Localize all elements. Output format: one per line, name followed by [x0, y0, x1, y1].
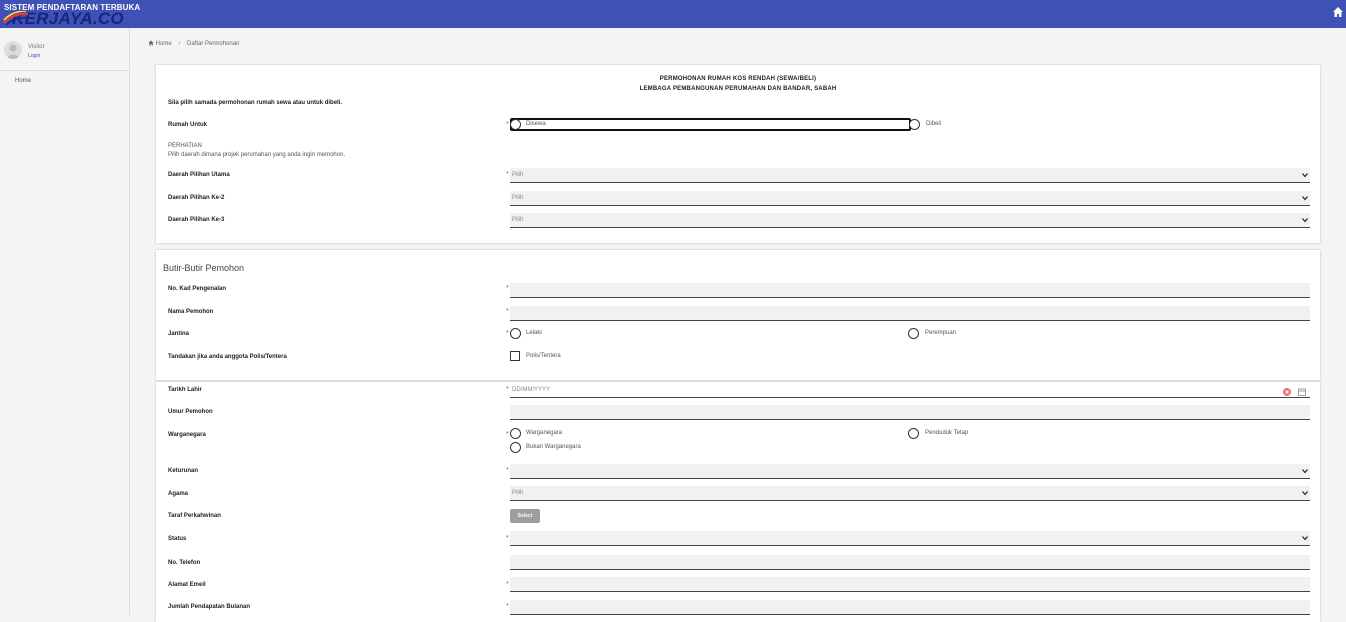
breadcrumb-separator: ›: [178, 41, 181, 47]
required-marker: *: [506, 603, 509, 610]
daerah-utama-select[interactable]: Pilih: [510, 168, 1310, 183]
status-label: Status: [168, 536, 187, 542]
radio-disewa-label: Disewa: [526, 121, 546, 127]
ic-input[interactable]: [510, 283, 1310, 298]
nama-label: Nama Pemohon: [168, 309, 214, 315]
calendar-icon[interactable]: [1298, 388, 1306, 396]
daerah-ke2-label: Daerah Pilihan Ke-2: [168, 195, 225, 201]
required-marker: *: [506, 581, 509, 588]
emel-label: Alamat Emeil: [168, 582, 206, 588]
chevron-down-icon: [1302, 218, 1308, 223]
select-value: Pilih: [512, 490, 524, 496]
radio-penduduk-tetap-label: Penduduk Tetap: [925, 430, 969, 436]
radio-disewa[interactable]: [510, 119, 521, 130]
warganegara-label: Warganegara: [168, 432, 206, 438]
required-marker: *: [506, 386, 509, 393]
focus-outline: [510, 118, 911, 131]
home-icon[interactable]: [1332, 6, 1344, 18]
form-subtitle: LEMBAGA PEMBANGUNAN PERUMAHAN DAN BANDAR…: [639, 86, 837, 92]
select-value: Pilih: [512, 172, 524, 178]
sidebar: Visitor Login Home: [0, 28, 130, 615]
radio-perempuan-label: Perempuan: [925, 330, 957, 336]
required-marker: *: [506, 431, 509, 438]
required-marker: *: [506, 285, 509, 292]
polis-checkbox[interactable]: [510, 351, 520, 361]
umur-label: Umur Pemohon: [168, 409, 213, 415]
daerah-ke2-select[interactable]: Pilih: [510, 191, 1310, 206]
brand-logo[interactable]: SISTEM PENDAFTARAN TERBUKA KERJAYA.CO: [3, 3, 140, 28]
home-icon: [148, 40, 154, 46]
radio-perempuan[interactable]: [908, 328, 919, 339]
breadcrumb: Home › Daftar Permohonan: [148, 40, 239, 47]
flag-swoosh-icon: [3, 11, 29, 25]
select-value: Pilih: [512, 195, 524, 201]
status-select[interactable]: [510, 531, 1310, 546]
required-marker: *: [506, 467, 509, 474]
application-type-card: PERMOHONAN RUMAH KOS RENDAH (SEWA/BELI) …: [156, 65, 1320, 243]
taraf-label: Taraf Perkahwinan: [168, 513, 221, 519]
perhatian-heading: PERHATIAN: [168, 143, 202, 149]
required-marker: *: [506, 535, 509, 542]
required-marker: *: [506, 330, 509, 337]
keturunan-select[interactable]: [510, 464, 1310, 479]
umur-input[interactable]: [510, 405, 1310, 420]
telefon-label: No. Telefon: [168, 560, 201, 566]
chevron-down-icon: [1302, 536, 1308, 541]
avatar: [4, 41, 22, 59]
keturunan-label: Keturunan: [168, 468, 198, 474]
top-navbar: SISTEM PENDAFTARAN TERBUKA KERJAYA.CO: [0, 0, 1346, 28]
daerah-ke3-label: Daerah Pilihan Ke-3: [168, 217, 225, 223]
clear-icon[interactable]: [1283, 388, 1291, 396]
perhatian-text: Pilih daerah dimana projek perumahan yan…: [168, 152, 346, 158]
emel-input[interactable]: [510, 577, 1310, 592]
pendapatan-label: Jumlah Pendapatan Bulanan: [168, 604, 251, 610]
telefon-input[interactable]: [510, 555, 1310, 570]
section-title: Butir-Butir Pemohon: [163, 263, 245, 273]
required-marker: *: [506, 171, 509, 178]
radio-warganegara-label: Warganegara: [526, 430, 563, 436]
chevron-down-icon: [1302, 491, 1308, 496]
rumah-untuk-label: Rumah Untuk: [168, 122, 207, 128]
breadcrumb-home[interactable]: Home: [156, 41, 172, 47]
sidebar-divider: [0, 70, 129, 71]
select-value: Pilih: [512, 217, 524, 223]
ic-label: No. Kad Pengenalan: [168, 286, 227, 292]
daerah-ke3-select[interactable]: Pilih: [510, 213, 1310, 228]
polis-label: Tandakan jika anda anggota Polis/Tentera: [168, 354, 287, 360]
user-name: Visitor: [28, 44, 45, 50]
radio-warganegara[interactable]: [510, 428, 521, 439]
radio-bukan-warganegara[interactable]: [510, 442, 521, 453]
jantina-label: Jantina: [168, 331, 190, 337]
daerah-utama-label: Daerah Pilihan Utama: [168, 172, 230, 178]
required-marker: *: [506, 308, 509, 315]
agama-select[interactable]: Pilih: [510, 486, 1310, 501]
tarikh-label: Tarikh Lahir: [168, 387, 202, 393]
required-marker: *: [506, 121, 509, 128]
selection-note: Sila pilih samada permohonan rumah sewa …: [168, 100, 343, 106]
polis-checkbox-label: Polis/Tentera: [526, 353, 561, 359]
nama-input[interactable]: [510, 306, 1310, 321]
breadcrumb-current: Daftar Permohonan: [187, 41, 240, 47]
date-placeholder: DD/MM/YYYY: [512, 387, 551, 393]
radio-lelaki-label: Lelaki: [526, 330, 542, 336]
applicant-details-continued: Tarikh Lahir * DD/MM/YYYY Umur Pemohon W…: [156, 382, 1320, 622]
chevron-down-icon: [1302, 173, 1308, 178]
radio-bukan-warganegara-label: Bukan Warganegara: [526, 444, 581, 450]
brand-name: KERJAYA.CO: [12, 9, 124, 28]
login-link[interactable]: Login: [28, 53, 40, 59]
select-button[interactable]: Select: [510, 509, 540, 523]
tarikh-input[interactable]: DD/MM/YYYY: [510, 383, 1310, 398]
chevron-down-icon: [1302, 196, 1308, 201]
sidebar-item-home[interactable]: Home: [15, 78, 31, 84]
radio-penduduk-tetap[interactable]: [908, 428, 919, 439]
form-title: PERMOHONAN RUMAH KOS RENDAH (SEWA/BELI): [659, 76, 817, 82]
pendapatan-input[interactable]: [510, 600, 1310, 615]
radio-dibeli-label: Dibeli: [926, 121, 942, 127]
radio-dibeli[interactable]: [909, 119, 920, 130]
chevron-down-icon: [1302, 469, 1308, 474]
applicant-details-card: Butir-Butir Pemohon No. Kad Pengenalan *…: [156, 250, 1320, 380]
agama-label: Agama: [168, 491, 189, 497]
radio-lelaki[interactable]: [510, 328, 521, 339]
